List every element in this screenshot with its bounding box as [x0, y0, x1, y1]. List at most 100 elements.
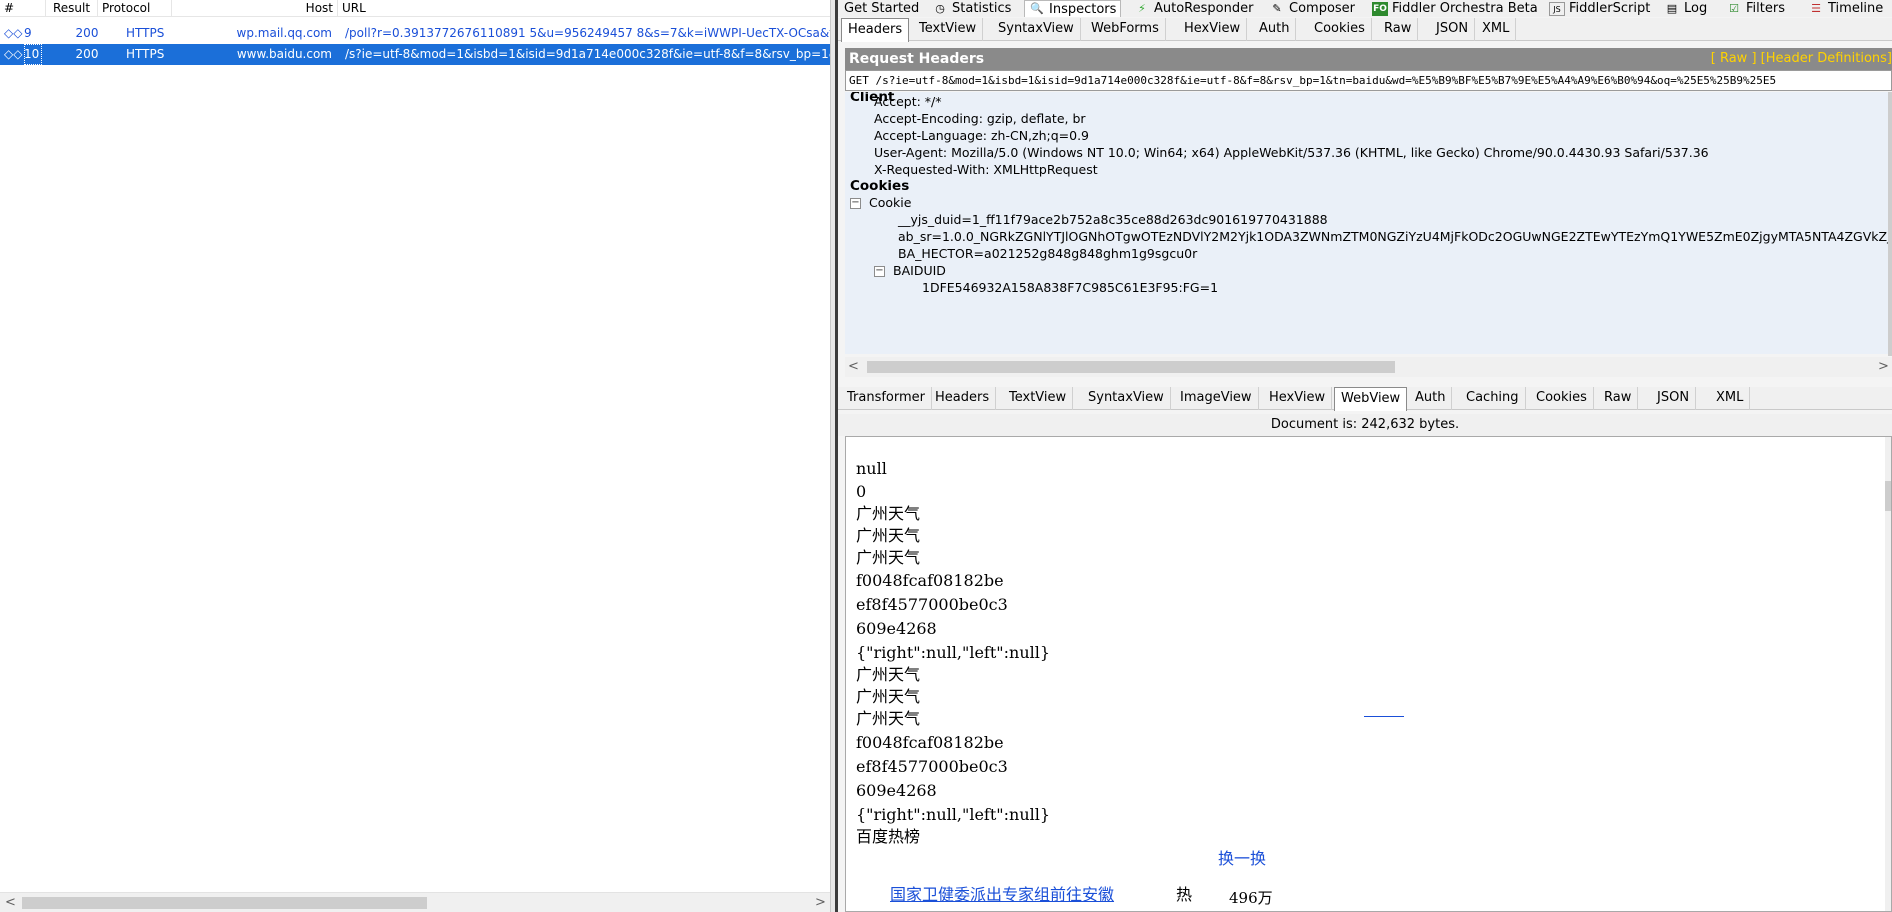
column-header-num[interactable]: #: [0, 0, 46, 17]
tab-request-headers[interactable]: Headers: [841, 18, 910, 42]
tab-filters[interactable]: ☑ Filters: [1726, 0, 1785, 17]
collapse-icon[interactable]: −: [874, 266, 885, 277]
session-list-horizontal-scrollbar[interactable]: < >: [0, 892, 830, 912]
session-host: wp.mail.qq.com: [236, 26, 332, 40]
session-url: /poll?r=0.3913772676110891 5&u=956249457…: [345, 26, 830, 40]
collapse-icon[interactable]: −: [850, 198, 861, 209]
webview-text-line: ef8f4577000be0c3: [856, 595, 1008, 614]
webview-text-line: 广州天气: [856, 526, 921, 545]
scrollbar-thumb[interactable]: [22, 897, 427, 909]
tab-label: Get Started: [844, 1, 920, 16]
session-grid-header: # Result Protocol Host URL: [0, 0, 830, 17]
tab-response-json[interactable]: JSON: [1651, 387, 1697, 410]
headers-vertical-scrollbar[interactable]: [1888, 92, 1892, 356]
headers-tree: Client Accept: */* Accept-Encoding: gzip…: [845, 92, 1892, 354]
webview-text-line: 广州天气: [856, 548, 921, 567]
tab-request-hexview[interactable]: HexView: [1178, 18, 1248, 41]
tab-label: Inspectors: [1049, 1, 1117, 17]
empty-link-underline[interactable]: [1364, 716, 1404, 717]
tab-label: Composer: [1289, 1, 1356, 16]
session-row-selected[interactable]: ◇◇ 10 200 HTTPS www.baidu.com /s?ie=utf-…: [0, 44, 830, 65]
tab-response-syntaxview[interactable]: SyntaxView: [1082, 387, 1171, 410]
response-inspector-tabs: Transformer Headers TextView SyntaxView …: [838, 387, 1892, 411]
tab-response-textview[interactable]: TextView: [1003, 387, 1074, 410]
session-protocol: HTTPS: [126, 26, 165, 40]
scrollbar-thumb[interactable]: [867, 361, 1395, 373]
hot-tag: 热: [1176, 885, 1193, 904]
tab-response-hexview[interactable]: HexView: [1263, 387, 1333, 410]
webview-vertical-scrollbar[interactable]: [1885, 437, 1891, 911]
column-header-protocol[interactable]: Protocol: [98, 0, 172, 17]
tab-autoresponder[interactable]: ⚡ AutoResponder: [1134, 0, 1253, 17]
tab-response-headers[interactable]: Headers: [929, 387, 997, 410]
column-header-result[interactable]: Result: [46, 0, 98, 17]
scroll-right-arrow-icon[interactable]: >: [815, 893, 826, 912]
tab-request-auth[interactable]: Auth: [1253, 18, 1297, 41]
tab-get-started[interactable]: Get Started: [844, 0, 919, 17]
session-result: 200: [75, 47, 99, 61]
tab-label: AutoResponder: [1154, 1, 1254, 16]
column-header-host[interactable]: Host: [172, 0, 338, 17]
column-header-url[interactable]: URL: [338, 0, 830, 17]
refresh-hot-link[interactable]: 换一换: [1218, 847, 1266, 870]
webview-text-line: 广州天气: [856, 504, 921, 523]
tab-response-xml[interactable]: XML: [1710, 387, 1751, 410]
tab-request-raw[interactable]: Raw: [1378, 18, 1419, 41]
request-headers-bar: Request Headers [ Raw ] [Header Definiti…: [845, 48, 1892, 70]
tab-label: Log: [1684, 1, 1708, 16]
session-list-pane: # Result Protocol Host URL ◇◇ 9 200 HTTP…: [0, 0, 830, 912]
headers-horizontal-scrollbar[interactable]: < >: [845, 357, 1892, 377]
tab-request-textview[interactable]: TextView: [913, 18, 984, 41]
scroll-left-arrow-icon[interactable]: <: [848, 357, 859, 377]
script-icon: JS: [1549, 1, 1565, 16]
tab-response-imageview[interactable]: ImageView: [1174, 387, 1259, 410]
orchestra-icon: FO: [1372, 1, 1388, 16]
tab-response-auth[interactable]: Auth: [1409, 387, 1453, 410]
tab-request-webforms[interactable]: WebForms: [1085, 18, 1166, 41]
session-row[interactable]: ◇◇ 9 200 HTTPS wp.mail.qq.com /poll?r=0.…: [0, 23, 830, 44]
composer-icon: ✎: [1272, 1, 1282, 15]
tab-label: Filters: [1746, 1, 1785, 16]
webview-text-line: 0: [856, 482, 867, 501]
header-definition-links[interactable]: [ Raw ] [Header Definitions]: [1711, 48, 1892, 70]
tab-request-json[interactable]: JSON: [1430, 18, 1476, 41]
tab-response-webview[interactable]: WebView: [1334, 387, 1408, 411]
webview-text-line: 广州天气: [856, 665, 921, 684]
tab-label: Fiddler Orchestra Beta: [1392, 1, 1538, 16]
statistics-icon: ◷: [935, 1, 945, 15]
tab-response-transformer[interactable]: Transformer: [841, 387, 933, 410]
tab-inspectors[interactable]: 🔍 Inspectors: [1024, 0, 1122, 17]
tab-composer[interactable]: ✎ Composer: [1269, 0, 1355, 17]
tab-statistics[interactable]: ◷ Statistics: [932, 0, 1011, 17]
scrollbar-thumb[interactable]: [1885, 481, 1891, 511]
tab-fiddlerscript[interactable]: JS FiddlerScript: [1549, 0, 1650, 17]
request-line: GET /s?ie=utf-8&mod=1&isbd=1&isid=9d1a71…: [845, 70, 1892, 91]
pane-splitter[interactable]: [830, 0, 838, 912]
tab-fiddler-orchestra[interactable]: FO Fiddler Orchestra Beta: [1372, 0, 1538, 17]
tab-response-raw[interactable]: Raw: [1598, 387, 1639, 410]
webview-text-line: {"right":null,"left":null}: [856, 805, 1051, 824]
tab-response-caching[interactable]: Caching: [1460, 387, 1526, 410]
session-url: /s?ie=utf-8&mod=1&isbd=1&isid=9d1a714e00…: [345, 47, 830, 61]
request-response-icon: ◇◇: [4, 26, 23, 40]
hot-count: 496万: [1229, 889, 1273, 907]
request-response-icon: ◇◇: [4, 47, 23, 61]
webview-text-line: 百度热榜: [856, 827, 921, 846]
tab-log[interactable]: ▤ Log: [1664, 0, 1707, 17]
session-protocol: HTTPS: [126, 47, 165, 61]
tab-label: Statistics: [952, 1, 1012, 16]
main-tab-toolbar: Get Started ◷ Statistics 🔍 Inspectors ⚡ …: [838, 0, 1892, 17]
tab-request-xml[interactable]: XML: [1476, 18, 1517, 41]
webview-text-line: f0048fcaf08182be: [856, 733, 1004, 752]
request-headers-title: Request Headers: [849, 51, 985, 67]
cookie-label: Cookie: [869, 195, 912, 210]
baiduid-value[interactable]: 1DFE546932A158A838F7C985C61E3F95:FG=1: [922, 278, 1218, 298]
tab-response-cookies[interactable]: Cookies: [1530, 387, 1594, 410]
hot-item-link[interactable]: 国家卫健委派出专家组前往安徽: [890, 883, 1114, 906]
tab-request-syntaxview[interactable]: SyntaxView: [992, 18, 1081, 41]
tab-request-cookies[interactable]: Cookies: [1308, 18, 1372, 41]
tab-label: FiddlerScript: [1569, 1, 1651, 16]
tab-timeline[interactable]: ☰ Timeline: [1808, 0, 1883, 17]
scroll-left-arrow-icon[interactable]: <: [5, 893, 16, 912]
scroll-right-arrow-icon[interactable]: >: [1878, 357, 1889, 377]
